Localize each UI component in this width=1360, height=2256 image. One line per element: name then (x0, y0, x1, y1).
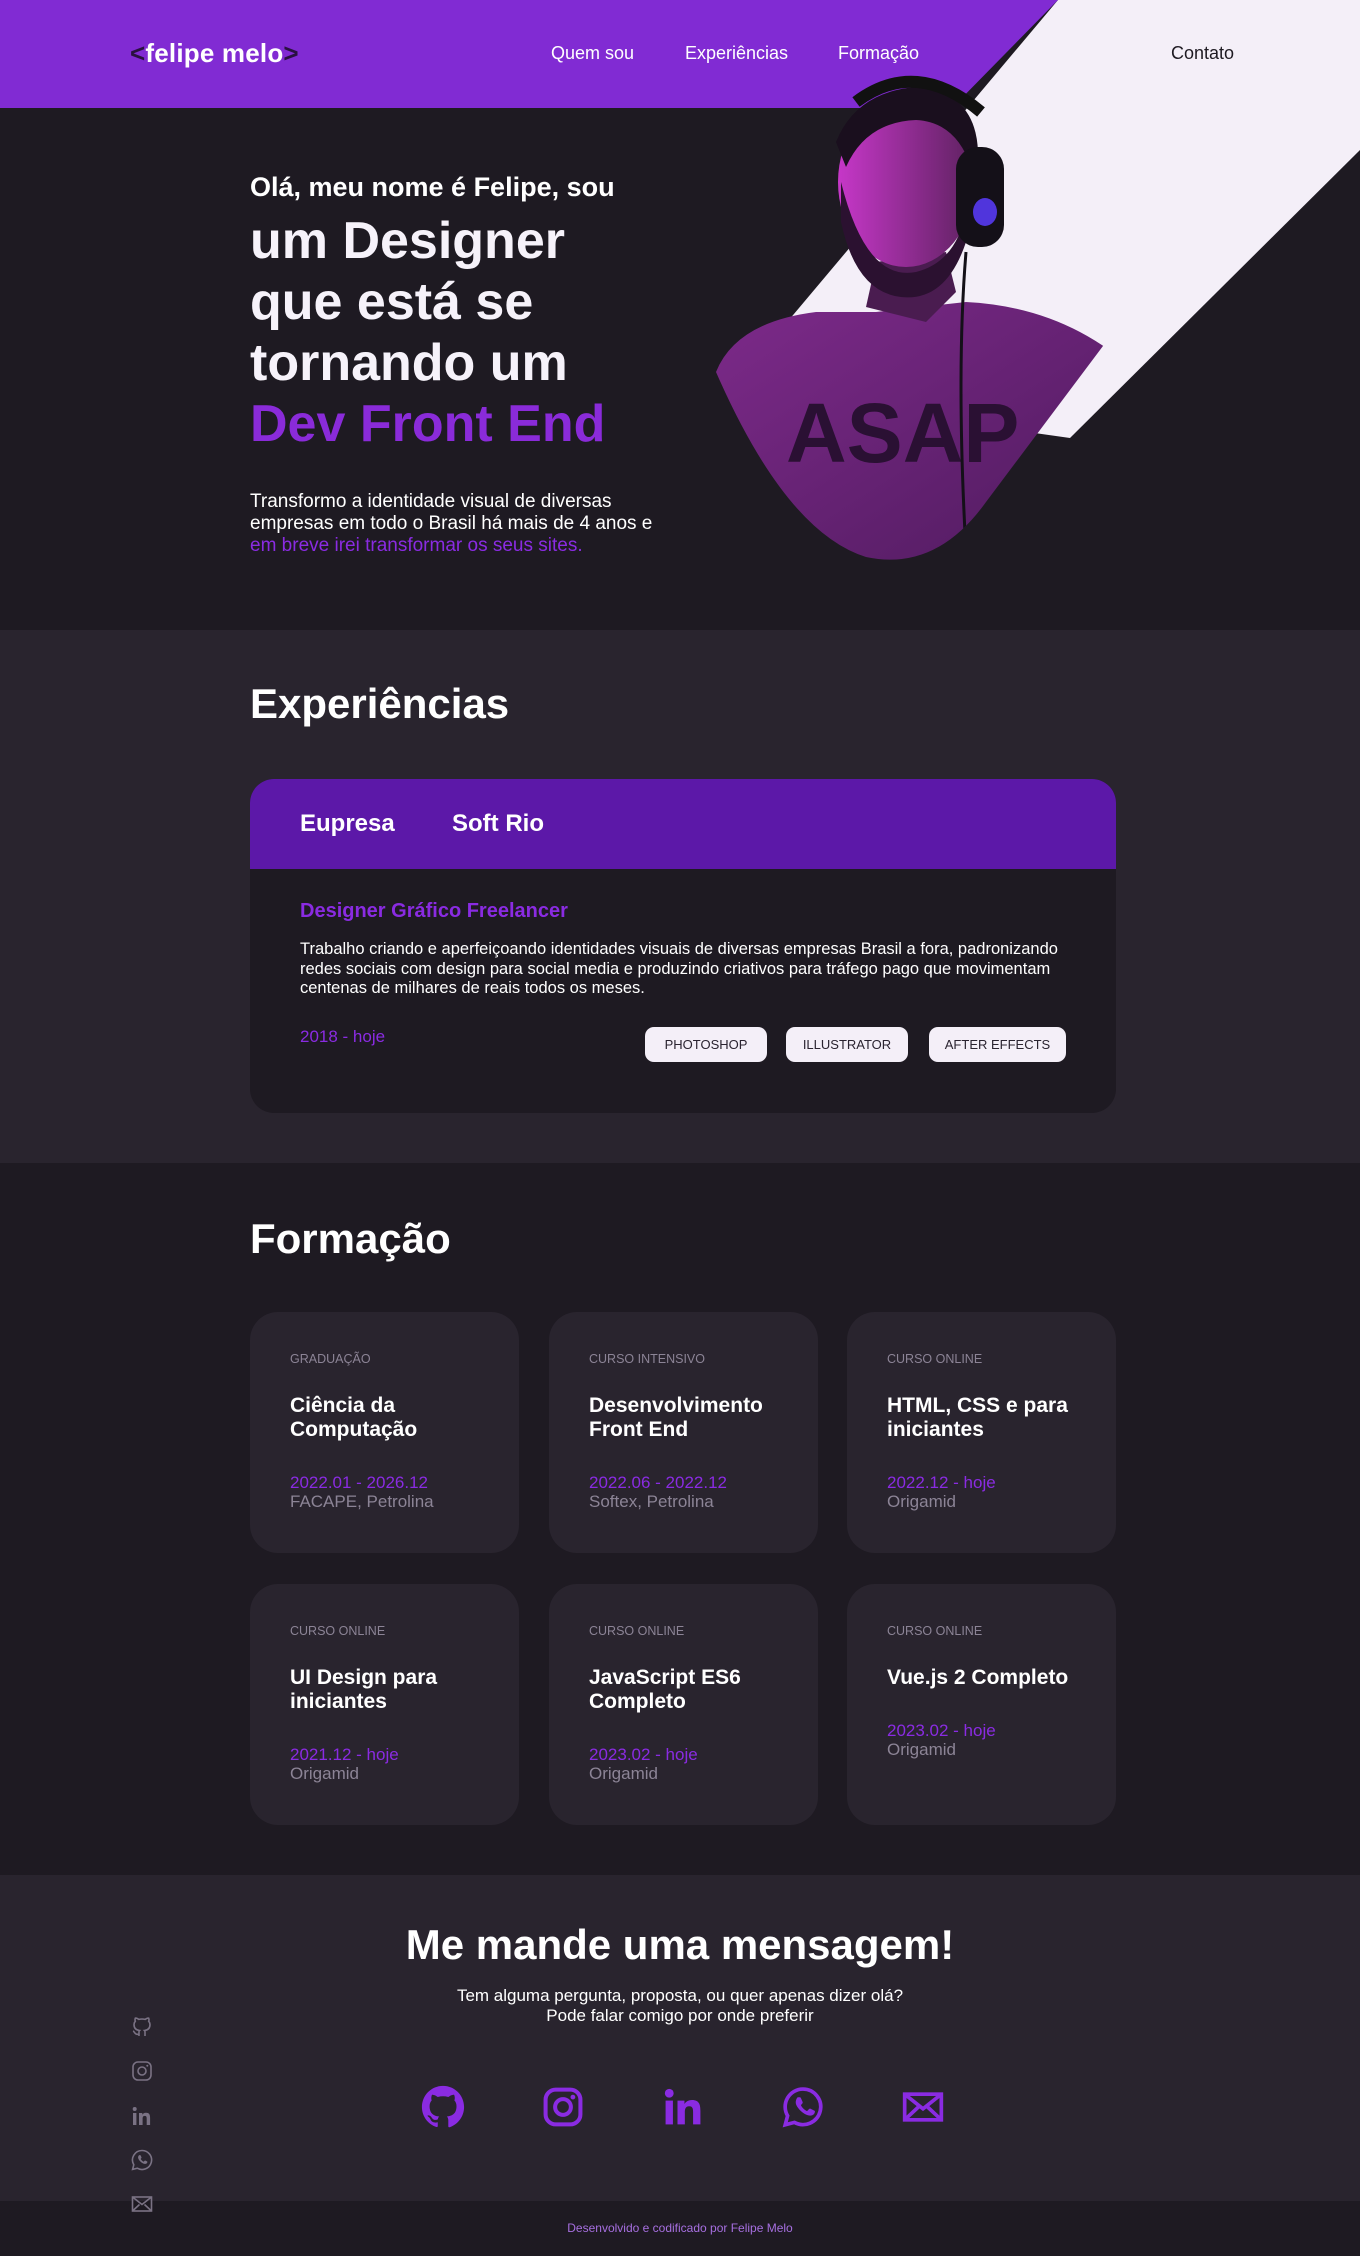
education-section: Formação GRADUAÇÃO Ciência da Computação… (0, 1163, 1360, 1875)
hero-greeting: Olá, meu nome é Felipe, sou (250, 172, 615, 202)
linkedin-icon[interactable] (661, 2085, 705, 2129)
experiences-title: Experiências (250, 680, 510, 727)
skill-badge-photoshop: PHOTOSHOP (645, 1027, 767, 1062)
education-date: 2022.01 - 2026.12 (290, 1473, 429, 1492)
contact-subtitle: Tem alguma pergunta, proposta, ou quer a… (456, 1986, 904, 2025)
skill-badge-after-effects: AFTER EFFECTS (929, 1027, 1066, 1062)
nav-link-contato[interactable]: Contato (1171, 43, 1234, 64)
education-name: UI Design para iniciantes (290, 1666, 438, 1713)
profile-portrait: ASAP (716, 75, 1136, 560)
hero-intro: Olá, meu nome é Felipe, sou um Designer … (250, 172, 710, 557)
tab-soft-rio[interactable]: Soft Rio (452, 810, 544, 838)
education-card: GRADUAÇÃO Ciência da Computação 2022.01 … (250, 1312, 519, 1553)
tab-eupresa[interactable]: Eupresa (300, 810, 395, 838)
experience-period: 2018 - hoje (300, 1027, 386, 1046)
education-type: CURSO ONLINE (589, 1624, 685, 1638)
education-title: Formação (250, 1215, 451, 1262)
education-type: CURSO ONLINE (290, 1624, 386, 1638)
contact-title: Me mande uma mensagem! (405, 1921, 955, 1968)
navbar: <felipe melo> Quem sou Experiências Form… (0, 0, 1360, 108)
skill-badge-illustrator: ILLUSTRATOR (786, 1027, 908, 1062)
instagram-icon[interactable] (541, 2085, 585, 2129)
nav-link-quem-sou[interactable]: Quem sou (551, 43, 634, 64)
education-date: 2021.12 - hoje (290, 1745, 399, 1764)
instagram-icon[interactable] (130, 2059, 154, 2083)
whatsapp-icon[interactable] (781, 2085, 825, 2129)
hero-section: <felipe melo> Quem sou Experiências Form… (0, 0, 1360, 630)
footer: Desenvolvido e codificado por Felipe Mel… (0, 2201, 1360, 2256)
education-date: 2022.06 - 2022.12 (589, 1473, 728, 1492)
experience-card: Eupresa Soft Rio Designer Gráfico Freela… (250, 779, 1116, 1113)
education-place: Origamid (887, 1492, 956, 1511)
education-card: CURSO ONLINE JavaScript ES6 Completo 202… (549, 1584, 818, 1825)
experience-role: Designer Gráfico Freelancer (300, 900, 568, 922)
education-place: Origamid (887, 1740, 956, 1759)
education-date: 2023.02 - hoje (887, 1721, 996, 1740)
education-type: CURSO ONLINE (887, 1624, 983, 1638)
experience-tabs: Eupresa Soft Rio (250, 779, 1116, 869)
experience-description: Trabalho criando e aperfeiçoando identid… (300, 940, 1058, 997)
whatsapp-icon[interactable] (130, 2148, 154, 2172)
education-name: Vue.js 2 Completo (887, 1666, 1069, 1689)
education-name: Ciência da Computação (290, 1394, 418, 1441)
education-place: Softex, Petrolina (589, 1492, 714, 1511)
portrait-shirt-text: ASAP (786, 386, 1019, 480)
education-name: HTML, CSS e para iniciantes (887, 1394, 1068, 1441)
hero-title: um Designer que está se tornando um Dev … (250, 211, 710, 455)
education-place: Origamid (589, 1764, 658, 1783)
education-place: FACAPE, Petrolina (290, 1492, 434, 1511)
education-type: GRADUAÇÃO (290, 1352, 371, 1366)
education-name: Desenvolvimento Front End (589, 1394, 763, 1441)
education-type: CURSO INTENSIVO (589, 1352, 705, 1366)
hero-title-accent: Dev Front End (250, 395, 606, 453)
linkedin-icon[interactable] (130, 2104, 154, 2128)
education-place: Origamid (290, 1764, 359, 1783)
hero-description: Transformo a identidade visual de divers… (250, 491, 690, 557)
contact-section: Me mande uma mensagem! Tem alguma pergun… (0, 1875, 1360, 2201)
education-type: CURSO ONLINE (887, 1352, 983, 1366)
education-date: 2022.12 - hoje (887, 1473, 996, 1492)
footer-credits: Desenvolvido e codificado por Felipe Mel… (567, 2221, 793, 2235)
mail-icon[interactable] (130, 2192, 154, 2216)
education-name: JavaScript ES6 Completo (589, 1666, 741, 1713)
nav-link-experiencias[interactable]: Experiências (685, 43, 788, 64)
mail-icon[interactable] (901, 2085, 945, 2129)
logo[interactable]: <felipe melo> (130, 38, 299, 69)
github-icon[interactable] (421, 2085, 465, 2129)
github-icon[interactable] (130, 2015, 154, 2039)
education-card: CURSO INTENSIVO Desenvolvimento Front En… (549, 1312, 818, 1553)
hero-description-accent: em breve irei transformar os seus sites. (250, 535, 583, 556)
education-date: 2023.02 - hoje (589, 1745, 698, 1764)
experiences-section: Experiências Eupresa Soft Rio Designer G… (0, 630, 1360, 1163)
education-card: CURSO ONLINE HTML, CSS e para iniciantes… (847, 1312, 1116, 1553)
education-card: CURSO ONLINE UI Design para iniciantes 2… (250, 1584, 519, 1825)
nav-link-formacao[interactable]: Formação (838, 43, 919, 64)
education-card: CURSO ONLINE Vue.js 2 Completo 2023.02 -… (847, 1584, 1116, 1825)
